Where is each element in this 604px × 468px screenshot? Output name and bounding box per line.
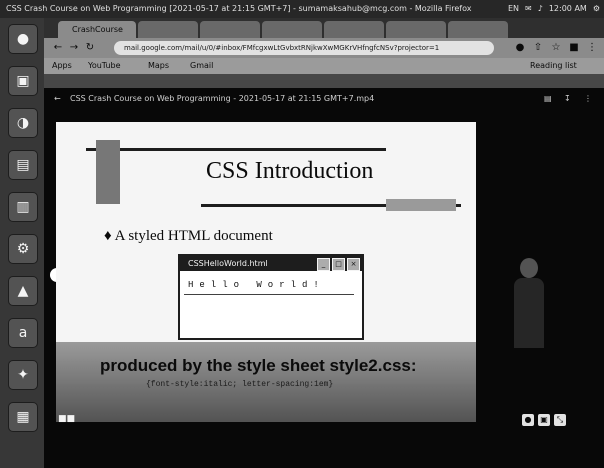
player-controls: ■■ ● ▣ ⤡: [44, 410, 604, 432]
trash-icon[interactable]: ▦: [8, 402, 38, 432]
dash-icon[interactable]: ●: [8, 24, 38, 54]
slide-caption: produced by the style sheet style2.css:: [100, 356, 417, 375]
tab-strip: CrashCourse: [44, 18, 604, 38]
download-icon[interactable]: ↧: [564, 88, 571, 110]
slide: CSS Introduction ♦ A styled HTML documen…: [56, 122, 476, 422]
share-icon[interactable]: ⇧: [532, 42, 544, 54]
maximize-icon: □: [332, 258, 345, 271]
bullet-text: A styled HTML document: [114, 228, 273, 244]
star-icon[interactable]: ☆: [550, 42, 562, 54]
presenter-video: [514, 258, 544, 348]
tab-4[interactable]: [262, 21, 322, 38]
viewer-header: ← CSS Crash Course on Web Programming - …: [44, 88, 604, 110]
print-icon[interactable]: ▤: [544, 88, 552, 110]
launcher: ● ▣ ◑ ▤ ▥ ⚙ ▲ a ✦ ▦: [0, 18, 45, 468]
mail-icon[interactable]: ✉: [525, 0, 532, 18]
example-window: CSSHelloWorld.html _ □ × Hello World!: [178, 254, 364, 340]
presenter-body: [514, 278, 544, 348]
slide-rule-accent: [386, 199, 456, 211]
tab-3[interactable]: [200, 21, 260, 38]
menu-icon[interactable]: ⋮: [586, 42, 598, 54]
slide-code: {font-style:italic; letter-spacing:1em}: [146, 380, 334, 389]
example-window-text: Hello World!: [188, 280, 325, 290]
window-controls: _ □ ×: [317, 258, 360, 271]
video-viewer: ← CSS Crash Course on Web Programming - …: [44, 88, 604, 468]
bookmark-apps[interactable]: Apps: [52, 58, 72, 74]
back-arrow-icon[interactable]: ←: [54, 88, 61, 110]
extension-icon[interactable]: ■: [568, 42, 580, 54]
settings-icon[interactable]: ⚙: [8, 234, 38, 264]
url-input[interactable]: mail.google.com/mail/u/0/#inbox/FMfcgxwL…: [114, 41, 494, 55]
captions-icon[interactable]: ●: [522, 414, 534, 426]
browser-icon[interactable]: ◑: [8, 108, 38, 138]
bookmark-maps[interactable]: Maps: [148, 58, 169, 74]
app-icon-2[interactable]: ✦: [8, 360, 38, 390]
slide-accent-bar: [96, 140, 120, 204]
bookmark-youtube[interactable]: YouTube: [88, 58, 121, 74]
slide-rule-top: [86, 148, 386, 151]
pause-icon[interactable]: ■■: [58, 414, 75, 424]
key-icon[interactable]: ●: [514, 42, 526, 54]
settings-icon-player[interactable]: ▣: [538, 414, 550, 426]
sound-icon[interactable]: ♪: [538, 0, 543, 18]
os-top-bar: CSS Crash Course on Web Programming [202…: [0, 0, 604, 18]
document-icon[interactable]: ▤: [8, 150, 38, 180]
reload-icon[interactable]: ↻: [84, 42, 96, 54]
address-bar: ← → ↻ mail.google.com/mail/u/0/#inbox/FM…: [44, 38, 604, 58]
slide-title: CSS Introduction: [206, 158, 374, 184]
presenter-head: [520, 258, 538, 278]
tab-5[interactable]: [324, 21, 384, 38]
tab-7[interactable]: [448, 21, 508, 38]
tab-6[interactable]: [386, 21, 446, 38]
forward-icon[interactable]: →: [68, 42, 80, 54]
spreadsheet-icon[interactable]: ▥: [8, 192, 38, 222]
slide-bullet: ♦ A styled HTML document: [104, 228, 273, 244]
more-icon[interactable]: ⋮: [584, 88, 592, 110]
screen: CSS Crash Course on Web Programming [202…: [0, 0, 604, 468]
example-window-divider: [184, 294, 354, 295]
minimize-icon: _: [317, 258, 330, 271]
bookmark-gmail[interactable]: Gmail: [190, 58, 213, 74]
back-icon[interactable]: ←: [52, 42, 64, 54]
tab-2[interactable]: [138, 21, 198, 38]
files-icon[interactable]: ▣: [8, 66, 38, 96]
amazon-icon[interactable]: a: [8, 318, 38, 348]
clock[interactable]: 12:00 AM: [549, 0, 587, 18]
fullscreen-icon[interactable]: ⤡: [554, 414, 566, 426]
app-icon[interactable]: ▲: [8, 276, 38, 306]
browser-chrome: CrashCourse ← → ↻ mail.google.com/mail/u…: [44, 18, 604, 88]
gear-icon[interactable]: ⚙: [593, 0, 600, 18]
window-title: CSS Crash Course on Web Programming [202…: [6, 4, 472, 13]
bookmarks-bar: Apps YouTube Maps Gmail Reading list: [44, 58, 604, 74]
video-title: CSS Crash Course on Web Programming - 20…: [70, 94, 375, 103]
reading-list[interactable]: Reading list: [530, 58, 577, 74]
tab-crashcourse[interactable]: CrashCourse: [58, 21, 136, 38]
keyboard-indicator[interactable]: EN: [508, 0, 519, 18]
status-area: EN ✉ ♪ 12:00 AM ⚙: [508, 0, 600, 18]
close-icon: ×: [347, 258, 360, 271]
